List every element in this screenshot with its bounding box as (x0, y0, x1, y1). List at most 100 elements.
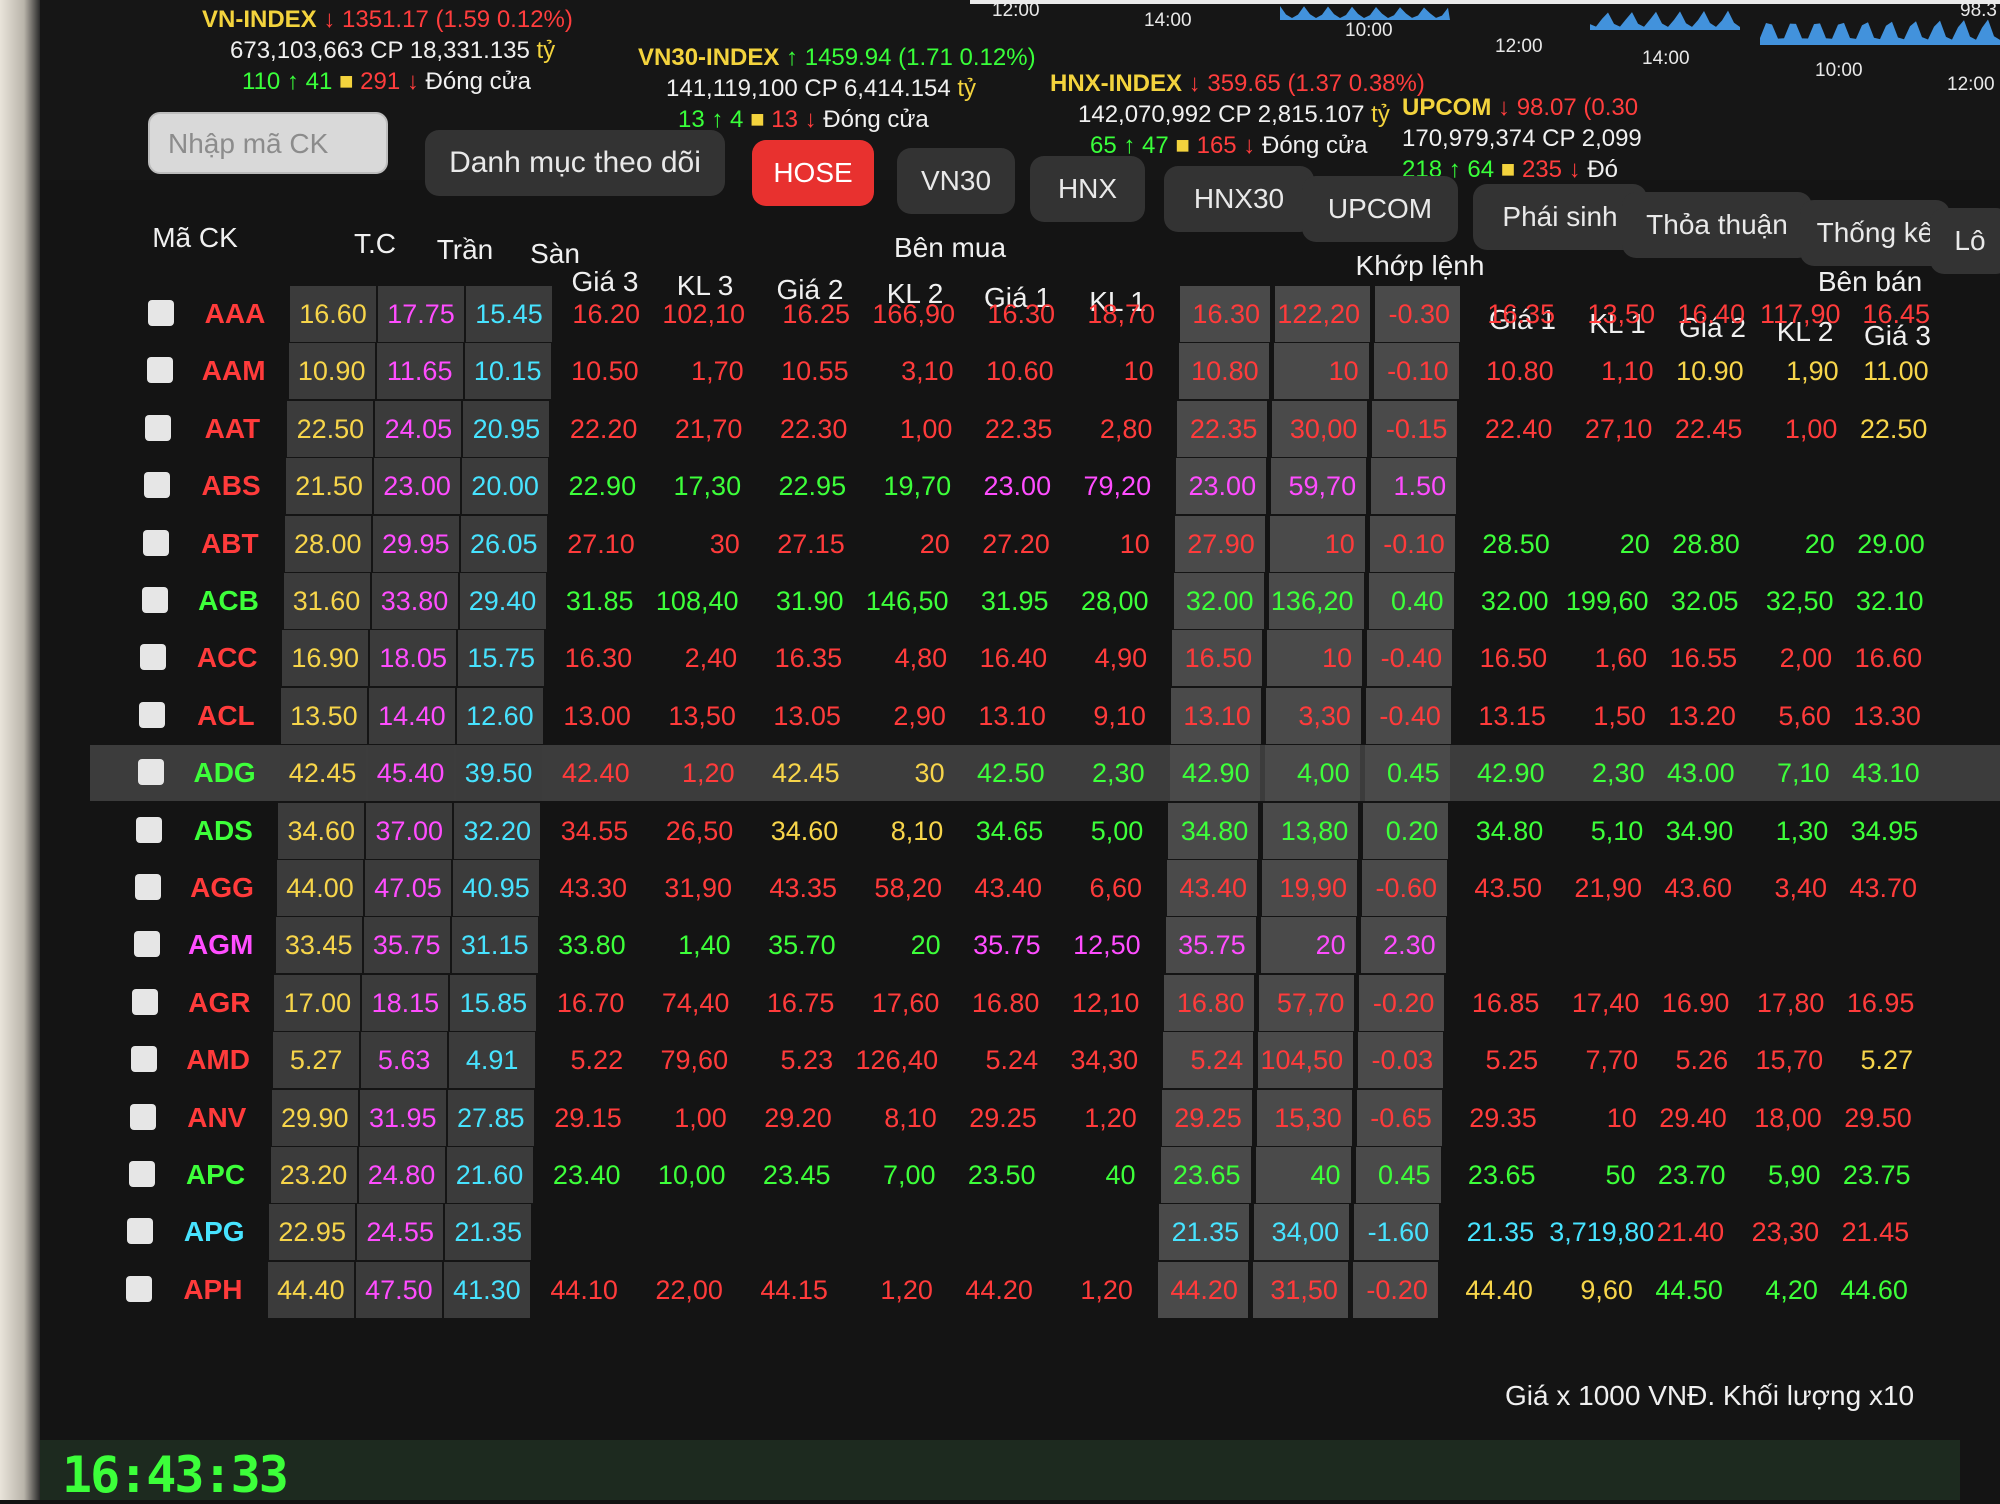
time-label: 14:00 (1642, 48, 1690, 69)
row-checkbox[interactable] (148, 300, 174, 326)
row-checkbox[interactable] (140, 644, 167, 671)
index-down-count: 291 (360, 68, 401, 95)
ref-tran: 24.55 (357, 1204, 444, 1261)
price-cell (634, 1204, 734, 1260)
price-cell: 35.75 (973, 930, 1041, 961)
row-checkbox[interactable] (141, 587, 168, 613)
index-volume: 141,119,100 (666, 75, 805, 102)
price-cell: 21.40 (1656, 1217, 1725, 1248)
price-cell: 2.30 (1360, 917, 1446, 974)
row-checkbox[interactable] (125, 1275, 152, 1302)
price-cell: 16.85 (1471, 987, 1540, 1018)
row-checkbox[interactable] (132, 988, 159, 1015)
price-cell: 10,00 (657, 1160, 726, 1190)
index-change: (1.71 0.12%) (898, 44, 1036, 71)
price-cell (1841, 917, 1926, 973)
ref-san: 15.75 (458, 630, 545, 687)
stock-symbol[interactable]: ADG (170, 745, 280, 801)
price-cell: 126,40 (855, 1045, 939, 1076)
price-cell: 13,50 (1587, 299, 1655, 329)
price-cell: 43.10 (1852, 758, 1920, 789)
table-row[interactable]: ACB 31.60 33.80 29.40 31.85 108,40 31.90 146,50… (90, 573, 2000, 629)
ref-tc: 22.95 (269, 1204, 356, 1261)
price-cell: 32.00 (1480, 586, 1549, 616)
stock-symbol[interactable]: AAT (177, 401, 287, 457)
stock-symbol[interactable]: AAM (179, 343, 289, 399)
table-row[interactable]: AAA 16.60 17.75 15.45 16.20 102,10 16.25 166,90… (90, 286, 2000, 342)
table-row[interactable]: AGG 44.00 47.05 40.95 43.30 31,90 43.35 58,20 43… (90, 860, 2000, 916)
row-checkbox[interactable] (135, 874, 161, 900)
table-row[interactable]: APH 44.40 47.50 41.30 44.10 22,00 44.15 1,20 44.… (90, 1261, 2000, 1318)
price-cell: 22.20 (569, 413, 638, 444)
row-checkbox[interactable] (136, 816, 163, 843)
table-row[interactable]: AGR 17.00 18.15 15.85 16.70 74,40 16.75 17,60 16… (90, 974, 2000, 1031)
ref-san: 20.95 (463, 400, 550, 457)
row-checkbox[interactable] (146, 357, 173, 384)
stock-symbol[interactable]: ACC (172, 630, 282, 686)
table-row[interactable]: AAT 22.50 24.05 20.95 22.20 21,70 22.30 1,00 22.… (90, 400, 2000, 457)
stock-symbol[interactable]: AAA (180, 286, 290, 342)
table-row[interactable]: ABS 21.50 23.00 20.00 22.90 17,30 22.95 19,70 23… (90, 458, 2000, 515)
price-board-screen: VN-INDEX ↓ 1351.17 (1.59 0.12%) 673,103,6… (40, 0, 2000, 1500)
row-checkbox[interactable] (131, 1046, 158, 1073)
row-checkbox[interactable] (133, 931, 160, 958)
stock-symbol[interactable]: ADS (168, 803, 278, 859)
row-checkbox[interactable] (145, 414, 172, 441)
stock-search-input[interactable]: Nhập mã CK (148, 112, 388, 174)
index-name: HNX-INDEX (1050, 70, 1183, 97)
table-row[interactable]: ADG 42.45 45.40 39.50 42.40 1,20 42.45 30 42.50 2… (90, 745, 2000, 802)
stock-symbol[interactable]: AGR (164, 975, 274, 1031)
stock-symbol[interactable]: ABS (176, 458, 286, 514)
price-cell: 16.55 (1669, 643, 1738, 674)
table-row[interactable]: ACL 13.50 14.40 12.60 13.00 13,50 13.05 2,90 13.… (90, 687, 2000, 744)
index-volume: 673,103,663 (230, 37, 371, 64)
stock-symbol[interactable]: APC (161, 1147, 271, 1203)
stock-symbol[interactable]: ACL (171, 688, 281, 744)
table-row[interactable]: AGM 33.45 35.75 31.15 33.80 1,40 35.70 20 35.75 1… (90, 917, 2000, 974)
monitor-bezel (0, 0, 40, 1500)
ref-tran: 37.00 (366, 802, 453, 859)
stock-symbol[interactable]: ACB (174, 573, 284, 629)
stock-symbol[interactable]: AGG (167, 860, 277, 916)
table-row[interactable]: AAM 10.90 11.65 10.15 10.50 1,70 10.55 3,10 10.6… (90, 343, 2000, 400)
table-row[interactable]: AMD 5.27 5.63 4.91 5.22 79,60 5.23 126,40 5.24 34… (90, 1032, 2000, 1089)
price-cell: 4,20 (1765, 1274, 1818, 1305)
ref-square-icon: ■ (743, 106, 772, 133)
table-row[interactable]: ABT 28.00 29.95 26.05 27.10 30 27.15 20 27.20 10 2… (90, 515, 2000, 572)
row-checkbox[interactable] (128, 1161, 155, 1187)
stock-symbol[interactable]: AGM (166, 917, 276, 973)
table-row[interactable]: ADS 34.60 37.00 32.20 34.55 26,50 34.60 8,10 34.… (90, 802, 2000, 859)
price-cell: 1,00 (899, 413, 953, 444)
table-row[interactable]: APG 22.95 24.55 21.35 21.35 34,00 -1.60 21.35 3,… (90, 1204, 2000, 1261)
row-checkbox[interactable] (129, 1103, 156, 1130)
price-cell: 4,00 (1264, 745, 1360, 802)
table-row[interactable]: ANV 29.90 31.95 27.85 29.15 1,00 29.20 8,10 29.2… (90, 1089, 2000, 1146)
table-row[interactable]: APC 23.20 24.80 21.60 23.40 10,00 23.45 7,00 23.… (90, 1147, 2000, 1203)
price-cell: 16.25 (782, 299, 850, 329)
index-sparkline (1280, 0, 1450, 40)
row-checkbox[interactable] (127, 1218, 154, 1245)
row-checkbox[interactable] (144, 472, 171, 499)
price-cell: 40 (1105, 1160, 1136, 1190)
stock-symbol[interactable]: ANV (162, 1090, 272, 1146)
price-cell: 16.30 (1180, 286, 1270, 342)
price-cell: 31,90 (664, 873, 732, 903)
stock-symbol[interactable]: AMD (163, 1032, 273, 1088)
stock-symbol[interactable]: ABT (175, 516, 285, 572)
row-checkbox[interactable] (142, 529, 169, 556)
price-cell: 16.40 (1677, 299, 1745, 329)
header-tc: T.C (354, 228, 396, 259)
row-checkbox[interactable] (137, 759, 164, 786)
table-row[interactable]: ACC 16.90 18.05 15.75 16.30 2,40 16.35 4,80 16.4… (90, 630, 2000, 687)
price-cell: 19,90 (1262, 860, 1357, 916)
stock-symbol[interactable]: APH (158, 1262, 268, 1318)
stock-symbol[interactable]: APG (159, 1204, 269, 1260)
price-cell: 1,20 (1080, 1274, 1133, 1305)
price-cell: 2,00 (1779, 643, 1833, 674)
price-cell: 5,90 (1767, 1160, 1821, 1190)
price-cell: -0.20 (1359, 974, 1445, 1031)
price-cell (1656, 917, 1741, 973)
row-checkbox[interactable] (138, 701, 165, 728)
price-cell: 34.55 (560, 815, 629, 846)
index-status: Đóng cửa (823, 106, 929, 133)
